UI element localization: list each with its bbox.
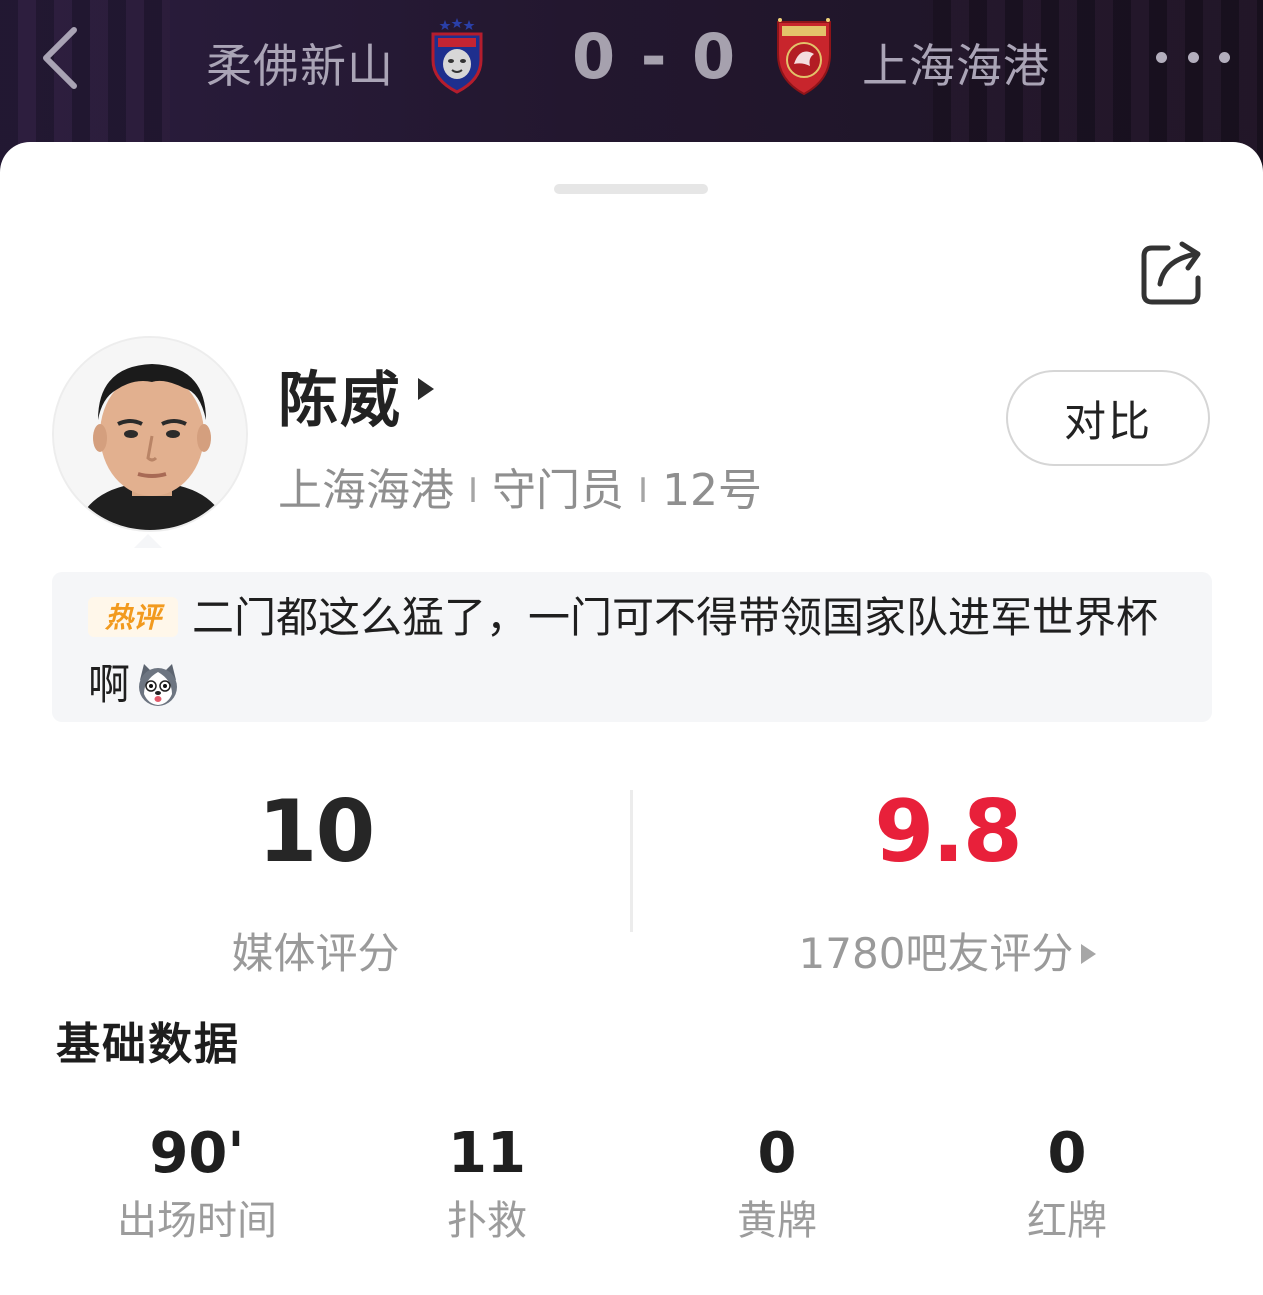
away-team-crest-icon [777, 18, 831, 96]
player-position: 守门员 [492, 465, 625, 516]
fan-rating-label: 1780吧友评分 [798, 929, 1074, 978]
basic-stats-title: 基础数据 [56, 1019, 240, 1070]
back-arrow-icon[interactable] [30, 22, 94, 94]
drag-handle[interactable] [554, 184, 708, 194]
fan-rating-label-row[interactable]: 1780吧友评分 [632, 920, 1263, 981]
stat-yellow-cards: 0 黄牌 [632, 1122, 922, 1246]
away-team-name: 上海海港 [862, 39, 1050, 93]
stat-label: 扑救 [447, 1198, 527, 1244]
stat-red-cards: 0 红牌 [922, 1122, 1212, 1246]
player-number: 12号 [662, 465, 763, 516]
player-name[interactable]: 陈威 [278, 352, 402, 439]
home-team-crest-icon [431, 18, 483, 94]
stat-value: 0 [1047, 1121, 1087, 1186]
basic-stats-grid: 90' 出场时间 11 扑救 0 黄牌 0 红牌 [52, 1122, 1212, 1246]
husky-emoji-icon [139, 663, 178, 706]
stat-label: 出场时间 [117, 1198, 277, 1244]
player-detail-sheet: 陈威 上海海港 I 守门员 I 12号 对比 热评 二门都这么猛了，一门可不得带领国家队… [0, 142, 1263, 1295]
match-score: 0 - 0 [572, 20, 738, 93]
stat-minutes-played: 90' 出场时间 [52, 1122, 342, 1246]
hot-comment-tag: 热评 [88, 596, 178, 637]
hot-comment-tag-label: 热评 [104, 601, 165, 634]
compare-button[interactable]: 对比 [1006, 370, 1210, 466]
player-photo-icon [54, 338, 246, 530]
player-meta: 上海海港 I 守门员 I 12号 [278, 454, 762, 518]
stat-value: 0 [757, 1121, 797, 1186]
fan-rating-arrow-icon[interactable] [1081, 944, 1097, 964]
hot-comment-text: 二门都这么猛了，一门可不得带领国家队进军世界杯啊 [88, 593, 1159, 709]
meta-separator: I [468, 471, 479, 511]
player-name-arrow-icon[interactable] [418, 378, 434, 400]
hot-comment-box[interactable]: 热评 二门都这么猛了，一门可不得带领国家队进军世界杯啊 [52, 572, 1212, 722]
more-dot [1187, 51, 1199, 63]
media-rating-score: 10 [257, 782, 376, 882]
stat-label: 红牌 [1027, 1198, 1107, 1244]
media-rating: 10 媒体评分 [0, 782, 631, 981]
meta-separator: I [638, 471, 649, 511]
player-avatar [52, 336, 248, 532]
more-dot [1219, 51, 1230, 63]
comment-pointer [134, 534, 162, 548]
share-icon[interactable] [1138, 238, 1208, 308]
stat-value: 11 [448, 1121, 526, 1186]
media-rating-label: 媒体评分 [231, 929, 400, 978]
stat-value: 90' [149, 1121, 245, 1186]
player-team: 上海海港 [278, 465, 454, 516]
more-options-icon[interactable] [1156, 44, 1230, 70]
fan-rating[interactable]: 9.8 1780吧友评分 [632, 782, 1263, 981]
more-dot [1156, 51, 1167, 63]
home-team-name: 柔佛新山 [206, 39, 394, 93]
fan-rating-score: 9.8 [874, 782, 1022, 882]
stat-saves: 11 扑救 [342, 1122, 632, 1246]
stat-label: 黄牌 [737, 1198, 817, 1244]
